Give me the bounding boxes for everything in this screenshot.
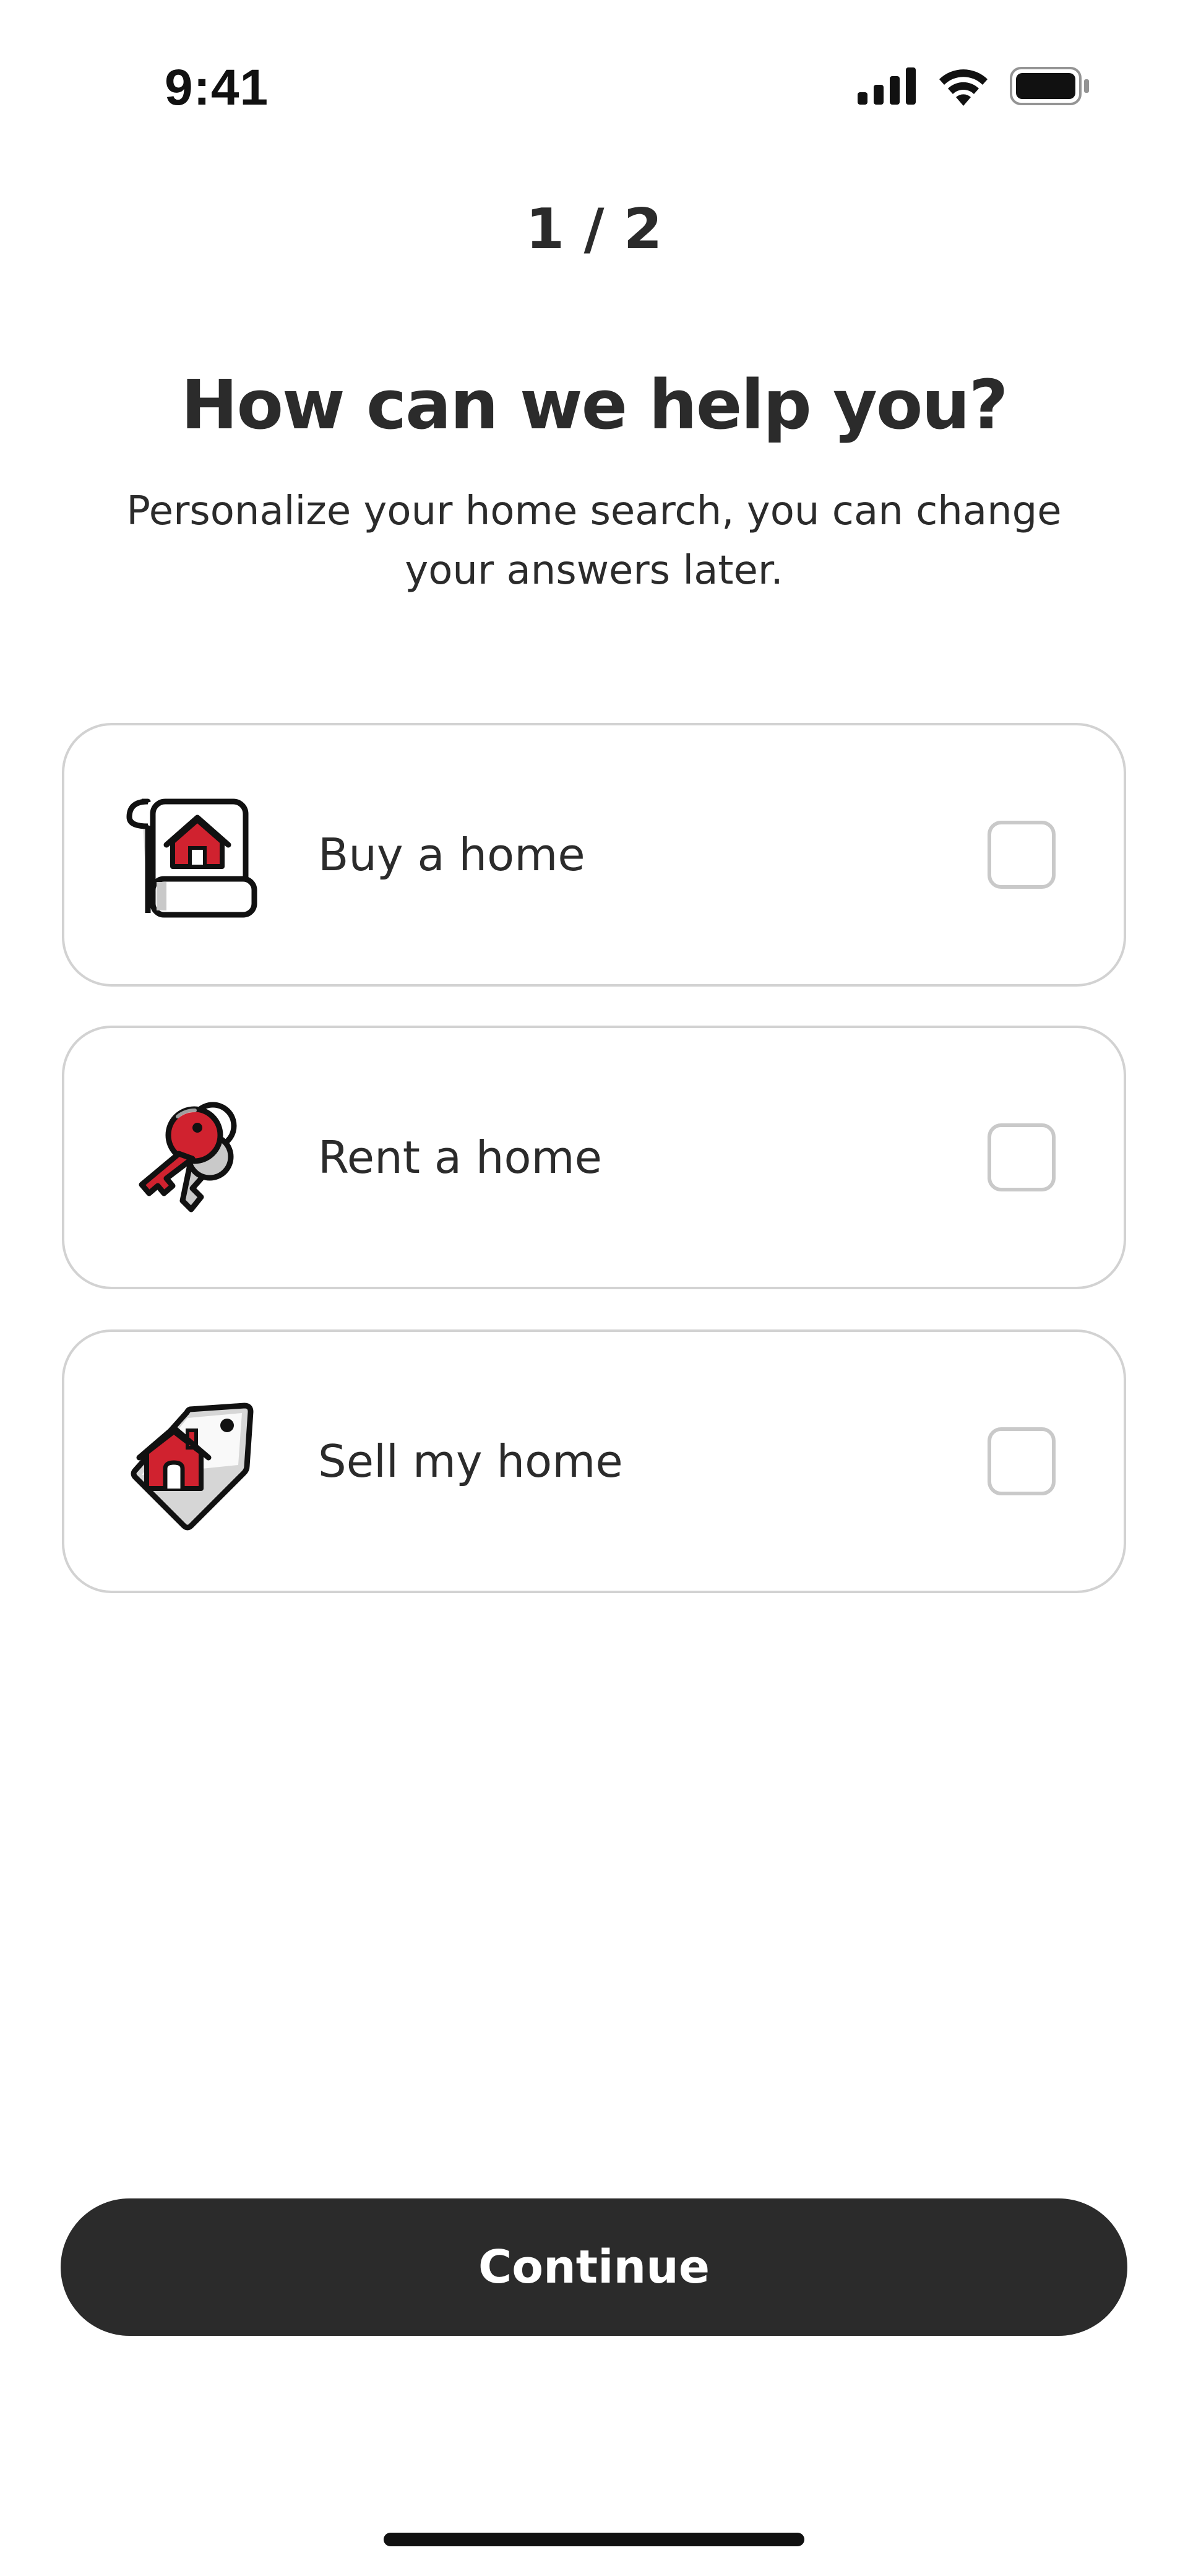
cellular-signal-icon [858,67,917,107]
status-time: 9:41 [165,59,269,116]
house-price-tag-icon [123,1396,259,1532]
option-checkbox[interactable] [988,1123,1056,1191]
option-label: Sell my home [318,1435,623,1487]
option-buy-a-home[interactable]: Buy a home [62,723,1126,987]
page-subtitle: Personalize your home search, you can ch… [126,488,1062,594]
battery-icon [1010,67,1090,108]
option-label: Buy a home [318,829,585,881]
step-indicator: 1 / 2 [525,197,663,262]
house-keys-icon [123,1092,259,1228]
option-sell-my-home[interactable]: Sell my home [62,1329,1126,1593]
house-deed-scroll-icon [123,789,259,925]
continue-button[interactable]: Continue [61,2198,1127,2336]
option-checkbox[interactable] [988,1427,1056,1495]
home-indicator[interactable] [384,2533,804,2546]
wifi-icon [936,66,991,108]
option-rent-a-home[interactable]: Rent a home [62,1026,1126,1289]
option-checkbox[interactable] [988,821,1056,889]
page-title: How can we help you? [181,365,1008,444]
option-label: Rent a home [318,1131,602,1183]
status-icons [858,66,1090,108]
